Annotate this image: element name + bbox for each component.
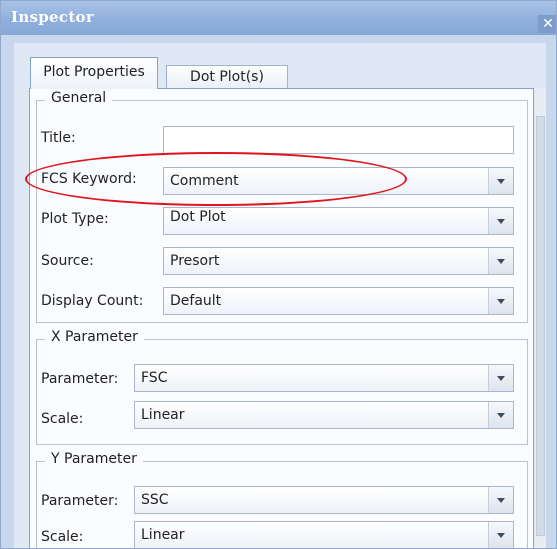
fcs-keyword-label: FCS Keyword: bbox=[41, 171, 137, 187]
x-parameter-group: X Parameter bbox=[36, 329, 528, 445]
x-parameter-value: FSC bbox=[141, 370, 168, 386]
y-scale-value: Linear bbox=[141, 527, 185, 543]
display-count-select[interactable]: Default bbox=[163, 287, 514, 315]
source-value: Presort bbox=[170, 253, 220, 269]
display-count-label: Display Count: bbox=[41, 293, 144, 309]
y-parameter-label: Parameter: bbox=[41, 493, 119, 509]
scrollbar-thumb[interactable] bbox=[536, 116, 545, 536]
x-parameter-label: Parameter: bbox=[41, 371, 119, 387]
y-parameter-value: SSC bbox=[141, 492, 169, 508]
chevron-down-icon[interactable] bbox=[488, 365, 513, 391]
window-title: Inspector bbox=[11, 8, 95, 26]
tab-dot-plots[interactable]: Dot Plot(s) bbox=[166, 65, 288, 89]
general-group-title: General bbox=[45, 90, 113, 106]
chevron-down-icon[interactable] bbox=[488, 402, 513, 428]
inspector-window: Inspector ✕ Plot Properties Dot Plot(s) … bbox=[0, 0, 557, 549]
x-scale-label: Scale: bbox=[41, 411, 84, 427]
vertical-scrollbar[interactable] bbox=[535, 88, 546, 548]
chevron-down-icon[interactable] bbox=[488, 248, 513, 274]
source-select[interactable]: Presort bbox=[163, 247, 514, 275]
plot-type-select[interactable]: Dot Plot bbox=[163, 207, 514, 235]
chevron-down-icon[interactable] bbox=[488, 288, 513, 314]
close-icon[interactable]: ✕ bbox=[538, 15, 556, 33]
tab-plot-properties[interactable]: Plot Properties bbox=[30, 57, 158, 89]
display-count-value: Default bbox=[170, 293, 222, 309]
y-parameter-select[interactable]: SSC bbox=[134, 486, 514, 514]
chevron-down-icon[interactable] bbox=[488, 208, 513, 234]
plot-properties-content: General Title: FCS Keyword: Comment Plot… bbox=[29, 88, 534, 548]
plot-type-value: Dot Plot bbox=[170, 209, 226, 225]
x-scale-value: Linear bbox=[141, 407, 185, 423]
x-scale-select[interactable]: Linear bbox=[134, 401, 514, 429]
chevron-down-icon[interactable] bbox=[488, 487, 513, 513]
source-label: Source: bbox=[41, 253, 94, 269]
y-scale-select[interactable]: Linear bbox=[134, 521, 514, 548]
chevron-down-icon[interactable] bbox=[488, 168, 513, 194]
plot-type-label: Plot Type: bbox=[41, 211, 109, 227]
fcs-keyword-select[interactable]: Comment bbox=[163, 167, 514, 195]
fcs-keyword-value: Comment bbox=[170, 173, 239, 189]
x-parameter-group-title: X Parameter bbox=[45, 329, 144, 345]
y-scale-label: Scale: bbox=[41, 529, 84, 545]
title-label: Title: bbox=[41, 130, 76, 146]
title-input[interactable] bbox=[163, 126, 514, 154]
inspector-panel: Plot Properties Dot Plot(s) General Titl… bbox=[14, 43, 546, 548]
x-parameter-select[interactable]: FSC bbox=[134, 364, 514, 392]
title-bar[interactable]: Inspector ✕ bbox=[1, 1, 556, 35]
y-parameter-group-title: Y Parameter bbox=[45, 451, 143, 467]
chevron-down-icon[interactable] bbox=[488, 522, 513, 548]
